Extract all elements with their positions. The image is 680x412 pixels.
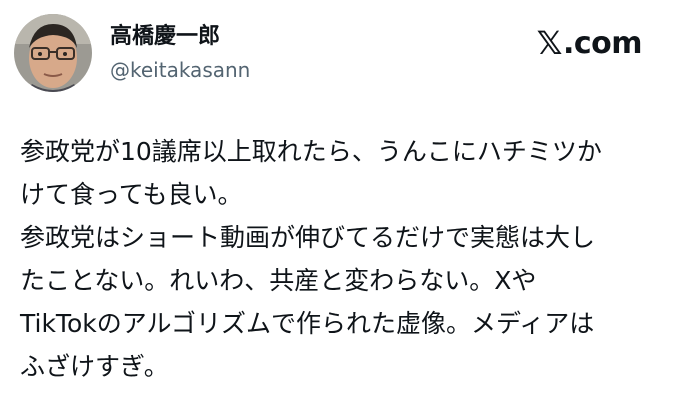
post-header: 高橋慶一郎 @keitakasann: [14, 14, 250, 92]
x-logo-icon: 𝕏: [536, 24, 563, 62]
author-handle[interactable]: @keitakasann: [110, 56, 250, 84]
post-text-line: たことない。れいわ、共産と変わらない。Xや: [20, 266, 537, 295]
brand-logo: 𝕏 .com: [536, 24, 643, 62]
avatar[interactable]: [14, 14, 92, 92]
author-display-name[interactable]: 高橋慶一郎: [110, 22, 250, 52]
post-text-line: TikTokのアルゴリズムで作られた虚像。メディアは: [20, 309, 595, 338]
author-names: 高橋慶一郎 @keitakasann: [110, 22, 250, 84]
post-text-line: けて食っても良い。: [20, 180, 243, 209]
avatar-image: [14, 14, 92, 92]
post-text: 参政党が10議席以上取れたら、うんこにハチミツか けて食っても良い。 参政党はシ…: [20, 130, 668, 388]
post-text-line: 参政党はショート動画が伸びてるだけで実態は大し: [20, 223, 596, 252]
post-text-line: ふざけすぎ。: [20, 352, 169, 381]
brand-domain: .com: [562, 25, 643, 61]
post-card: 高橋慶一郎 @keitakasann 𝕏 .com 参政党が10議席以上取れたら…: [0, 0, 680, 412]
post-text-line: 参政党が10議席以上取れたら、うんこにハチミツか: [20, 137, 602, 166]
